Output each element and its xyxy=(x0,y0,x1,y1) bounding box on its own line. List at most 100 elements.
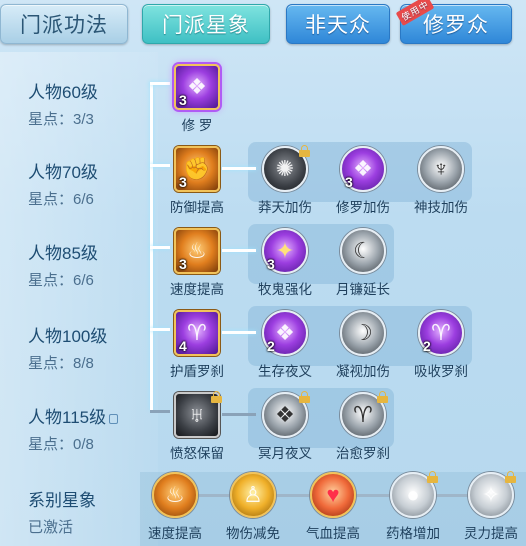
asura-icon: ❖ 3 xyxy=(340,146,386,192)
asura-icon: ❖ xyxy=(262,391,310,438)
level-85: 人物85级 星点：6/6 xyxy=(28,239,98,290)
level-stars: 星点：3/3 xyxy=(28,111,94,128)
node-label: 冥月夜叉 xyxy=(258,446,312,461)
glyph: ♆ xyxy=(432,156,450,181)
crescent-icon: ☽ xyxy=(340,310,386,356)
glyph: ♥ xyxy=(326,482,340,507)
node-label: 治愈罗刹 xyxy=(336,446,390,461)
lock-icon xyxy=(109,413,119,424)
flame-icon: ♨ xyxy=(152,472,198,518)
node-label: 速度提高 xyxy=(170,282,224,297)
tab-sect-stars[interactable]: 门派星象 xyxy=(142,4,270,44)
lock-icon xyxy=(211,391,222,403)
ram-icon: ♈ 4 xyxy=(174,310,220,356)
series-node[interactable]: ♙ 物伤减免 xyxy=(218,472,288,542)
level-stars: 星点：6/6 xyxy=(28,191,94,208)
level-title: 人物70级 xyxy=(28,163,98,182)
skill-node[interactable]: ♈ 治愈罗刹 xyxy=(328,391,398,462)
skill-node[interactable]: ❖ 冥月夜叉 xyxy=(250,391,320,462)
node-label: 护盾罗刹 xyxy=(170,364,224,379)
flame-icon: ♨ 3 xyxy=(174,228,220,274)
tab-xiuluo[interactable]: 使用中 修罗众 xyxy=(395,0,512,44)
tab-sect-skills[interactable]: 门派功法 xyxy=(0,4,128,44)
skill-node[interactable]: ✊ 3 防御提高 xyxy=(162,146,232,216)
asura-icon: ❖ 2 xyxy=(262,310,308,356)
skill-node[interactable]: ♨ 3 速度提高 xyxy=(162,228,232,298)
node-label: 吸收罗刹 xyxy=(414,364,468,379)
ram-icon: ♈ xyxy=(340,391,388,438)
tab-label: 非天众 xyxy=(305,14,371,37)
level-stars: 星点：6/6 xyxy=(28,272,94,289)
lock-icon xyxy=(299,391,310,403)
glyph: ♨ xyxy=(165,482,185,507)
muscle-icon: ✊ 3 xyxy=(174,146,220,192)
node-label: 速度提高 xyxy=(148,526,202,541)
star-count: 3 xyxy=(179,256,187,272)
level-70: 人物70级 星点：6/6 xyxy=(28,158,98,209)
demon-icon: ♅ xyxy=(174,391,222,438)
chest-icon: ✦ 3 xyxy=(262,228,308,274)
node-label: 修罗加伤 xyxy=(336,200,390,215)
node-label: 莽天加伤 xyxy=(258,200,312,215)
skill-node[interactable]: ☽ 凝视加伤 xyxy=(328,310,398,380)
level-title: 人物85级 xyxy=(28,244,98,263)
skill-node[interactable]: ❖ 3 修罗加伤 xyxy=(328,146,398,216)
node-label: 凝视加伤 xyxy=(336,364,390,379)
heart-icon: ♥ xyxy=(310,472,356,518)
star-count: 3 xyxy=(179,174,187,190)
node-label: 修 罗 xyxy=(181,118,213,133)
sickle-icon: ☾ xyxy=(340,228,386,274)
spark-icon: ✧ xyxy=(468,471,516,518)
series-node[interactable]: ● 药格增加 xyxy=(378,471,448,542)
skill-node[interactable]: ✦ 3 牧鬼强化 xyxy=(250,228,320,298)
tab-label: 修罗众 xyxy=(423,14,489,37)
figure-icon: ♙ xyxy=(230,472,276,518)
tab-feitian[interactable]: 非天众 xyxy=(286,4,390,44)
tab-label: 门派功法 xyxy=(20,14,108,37)
level-title: 人物60级 xyxy=(28,83,98,102)
lock-icon xyxy=(427,471,438,483)
star-count: 3 xyxy=(345,174,353,190)
lock-icon xyxy=(299,145,310,157)
level-stars: 星点：0/8 xyxy=(28,436,94,453)
star-count: 2 xyxy=(267,338,275,354)
glyph: ☾ xyxy=(353,238,373,263)
node-label: 月镰延长 xyxy=(336,282,390,297)
skill-node[interactable]: ✺ 莽天加伤 xyxy=(250,145,320,216)
skill-node[interactable]: ♅ 愤怒保留 xyxy=(162,391,232,462)
star-count: 2 xyxy=(423,338,431,354)
skill-node[interactable]: ☾ 月镰延长 xyxy=(328,228,398,298)
level-title-text: 人物115级 xyxy=(28,408,107,427)
node-label: 药格增加 xyxy=(386,526,440,541)
node-label: 愤怒保留 xyxy=(170,446,224,461)
level-60: 人物60级 星点：3/3 xyxy=(28,78,98,129)
level-100: 人物100级 星点：8/8 xyxy=(28,322,107,373)
dark-beast-icon: ✺ xyxy=(262,145,310,192)
series-node[interactable]: ♥ 气血提高 xyxy=(298,472,368,542)
tab-bar: 门派功法 门派星象 非天众 使用中 修罗众 xyxy=(0,0,526,50)
node-label: 气血提高 xyxy=(306,526,360,541)
ram-icon: ♈ 2 xyxy=(418,310,464,356)
claw-icon: ♆ xyxy=(418,146,464,192)
skill-node[interactable]: ♈ 4 护盾罗刹 xyxy=(162,310,232,380)
series-node[interactable]: ♨ 速度提高 xyxy=(140,472,210,542)
skill-node[interactable]: ❖ 2 生存夜叉 xyxy=(250,310,320,380)
node-label: 物伤减免 xyxy=(226,526,280,541)
skill-node[interactable]: ♈ 2 吸收罗刹 xyxy=(406,310,476,380)
node-label: 神技加伤 xyxy=(414,200,468,215)
level-stars: 已激活 xyxy=(28,519,74,536)
glyph: ♙ xyxy=(243,482,263,507)
skill-node[interactable]: ❖ 3 修 罗 xyxy=(162,64,232,134)
node-label: 灵力提高 xyxy=(464,526,518,541)
level-stars: 星点：8/8 xyxy=(28,355,94,372)
node-label: 防御提高 xyxy=(170,200,224,215)
node-label: 牧鬼强化 xyxy=(258,282,312,297)
skill-node[interactable]: ♆ 神技加伤 xyxy=(406,146,476,216)
level-title: 人物100级 xyxy=(28,327,108,346)
level-title: 系别星象 xyxy=(28,491,96,510)
series-node[interactable]: ✧ 灵力提高 xyxy=(456,471,526,542)
star-count: 3 xyxy=(267,256,275,272)
glyph: ☽ xyxy=(353,320,373,345)
star-count: 3 xyxy=(179,92,187,108)
star-count: 4 xyxy=(179,338,187,354)
